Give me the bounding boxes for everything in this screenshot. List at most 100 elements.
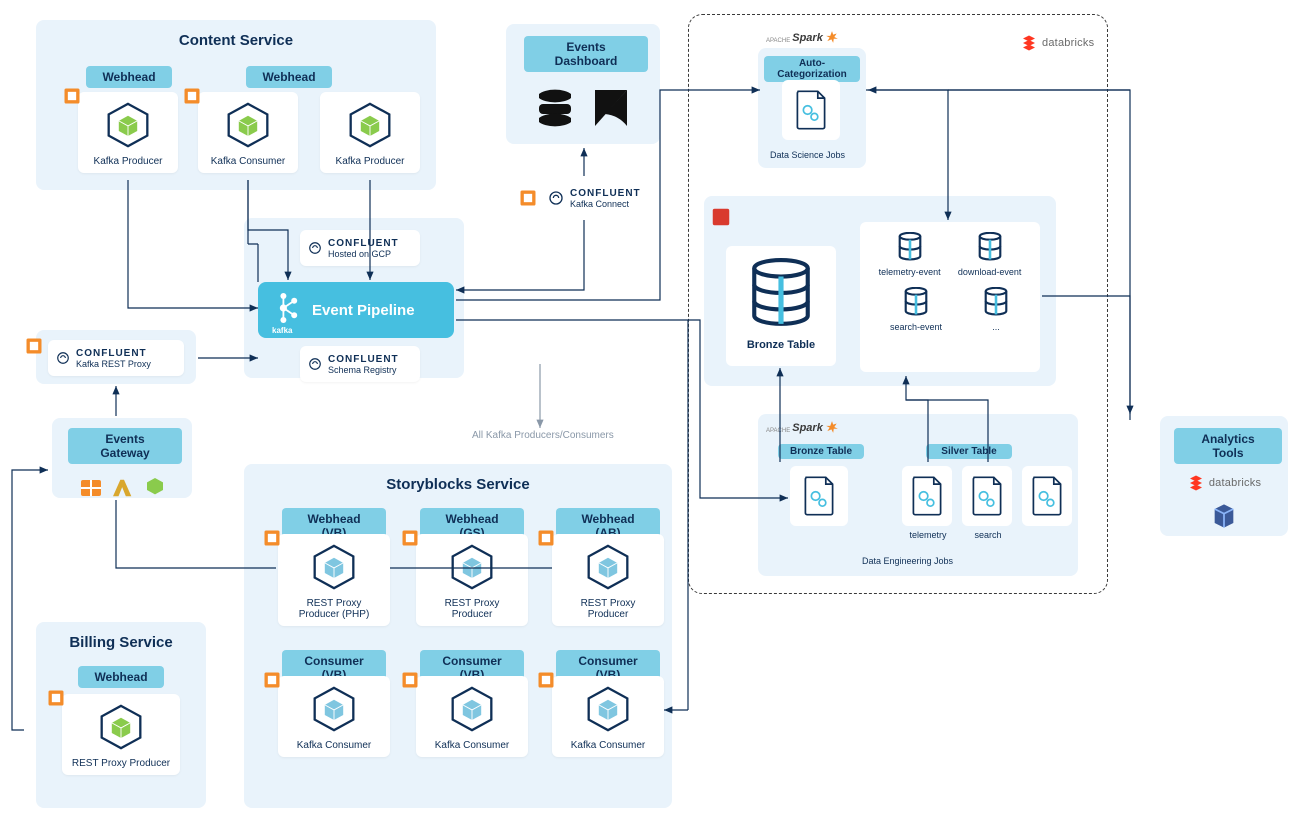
confluent-brand: CONFLUENT [328,238,399,249]
sb-producer-ab-label: REST Proxy Producer [558,598,658,620]
sb-consumer-2-label: Kafka Consumer [422,740,522,751]
db-cylinder-icon [750,258,812,330]
databricks-brand: databricks [1020,34,1094,52]
db-cylinder-icon [902,287,930,317]
content-producer-a-label: Kafka Producer [84,156,172,167]
content-producer-a-card: Kafka Producer [78,92,178,173]
silver-pill: Silver Table [926,444,1012,459]
content-consumer-card: Kafka Consumer [198,92,298,173]
aws-ec2-icon [62,86,82,106]
de-telemetry-label: telemetry [906,530,950,540]
dots-label: ... [982,322,1010,332]
schema-registry-label: Schema Registry [328,365,399,375]
redshift-icon [1210,502,1238,530]
aws-ec2-icon [536,670,556,690]
event-pipeline-label: Event Pipeline [312,302,415,319]
analytics-tools-panel: Analytics Tools databricks [1160,416,1288,536]
cube-icon [311,686,357,732]
db-cylinder-icon [982,287,1010,317]
billing-webhead-pill: Webhead [78,666,164,688]
sb-producer-gs-card: REST Proxy Producer [416,534,528,626]
de-bronze-card [790,466,848,526]
storyblocks-title: Storyblocks Service [252,472,664,495]
doc-gears-icon [802,475,836,517]
sb-producer-vb-card: REST Proxy Producer (PHP) [278,534,390,626]
cube-icon [145,476,165,496]
confluent-icon [308,357,322,371]
sb-consumer-2-card: Kafka Consumer [416,676,528,757]
cube-icon [585,544,631,590]
hosted-gcp-label: Hosted on GCP [328,249,399,259]
confluent-brand: CONFLUENT [76,348,151,359]
bronze-table-label: Bronze Table [726,339,836,351]
billing-producer-label: REST Proxy Producer [68,758,174,769]
auto-cat-pill: Auto-Categorization [764,56,860,82]
download-event-label: download-event [958,267,1022,277]
ds-job-card [782,80,840,140]
aws-ec2-icon [262,528,282,548]
aws-ec2-icon [518,188,538,208]
confluent-icon [308,241,322,255]
aws-ec2-icon [24,336,44,356]
confluent-brand: CONFLUENT [328,354,399,365]
cube-icon [347,102,393,148]
ds-jobs-label: Data Science Jobs [770,150,845,160]
de-extra-card [1022,466,1072,526]
doc-gears-icon [1030,475,1064,517]
aws-redshift-icon [710,206,732,233]
sb-producer-ab-card: REST Proxy Producer [552,534,664,626]
cube-icon [105,102,151,148]
events-dashboard-title: Events Dashboard [524,36,648,72]
elasticsearch-icon [535,86,575,130]
sb-consumer-3-card: Kafka Consumer [552,676,664,757]
events-dashboard-panel: Events Dashboard [506,24,660,144]
aws-ec2-icon [262,670,282,690]
rest-proxy-label: Kafka REST Proxy [76,359,151,369]
search-event-label: search-event [890,322,942,332]
databricks-icon [1187,474,1205,492]
cube-icon [585,686,631,732]
kibana-icon [591,86,631,130]
cube-icon [449,544,495,590]
content-consumer-label: Kafka Consumer [204,156,292,167]
spark-star-icon [825,420,839,434]
confluent-schema-registry-card: CONFLUENT Schema Registry [300,346,420,382]
sb-consumer-1-label: Kafka Consumer [284,740,384,751]
cube-icon [98,704,144,750]
confluent-kafka-connect-card: CONFLUENT Kafka Connect [540,178,660,218]
aws-ec2-icon [400,670,420,690]
aws-ec2-icon [182,86,202,106]
databricks-icon [1020,34,1038,52]
de-search-label: search [968,530,1008,540]
bronze-pill: Bronze Table [778,444,864,459]
confluent-hosted-gcp-card: CONFLUENT Hosted on GCP [300,230,420,266]
lambda-icon [113,476,135,500]
telemetry-event-label: telemetry-event [879,267,941,277]
spark-brand-1: APACHE Spark [766,30,839,44]
de-search-card [962,466,1012,526]
events-gateway-panel: Events Gateway [52,418,192,498]
sb-consumer-3-label: Kafka Consumer [558,740,658,751]
billing-producer-card: REST Proxy Producer [62,694,180,775]
content-service-title: Content Service [44,28,428,51]
sb-producer-vb-label: REST Proxy Producer (PHP) [284,598,384,620]
kafka-connect-label: Kafka Connect [570,199,641,209]
content-webhead-a-pill: Webhead [86,66,172,88]
de-jobs-label: Data Engineering Jobs [862,556,953,566]
aws-ec2-icon [536,528,556,548]
aws-gateway-icon [79,476,103,500]
aws-ec2-icon [46,688,66,708]
sb-producer-gs-label: REST Proxy Producer [422,598,522,620]
confluent-icon [548,190,564,206]
spark-star-icon [825,30,839,44]
content-producer-b-label: Kafka Producer [326,156,414,167]
event-pipeline-box: kafka Event Pipeline [258,282,454,338]
content-webhead-b-pill: Webhead [246,66,332,88]
analytics-tools-title: Analytics Tools [1174,428,1282,464]
db-cylinder-icon [896,232,924,262]
confluent-brand: CONFLUENT [570,188,641,199]
content-producer-b-card: Kafka Producer [320,92,420,173]
bronze-table-card: Bronze Table [726,246,836,366]
cube-icon [449,686,495,732]
de-telemetry-card [902,466,952,526]
